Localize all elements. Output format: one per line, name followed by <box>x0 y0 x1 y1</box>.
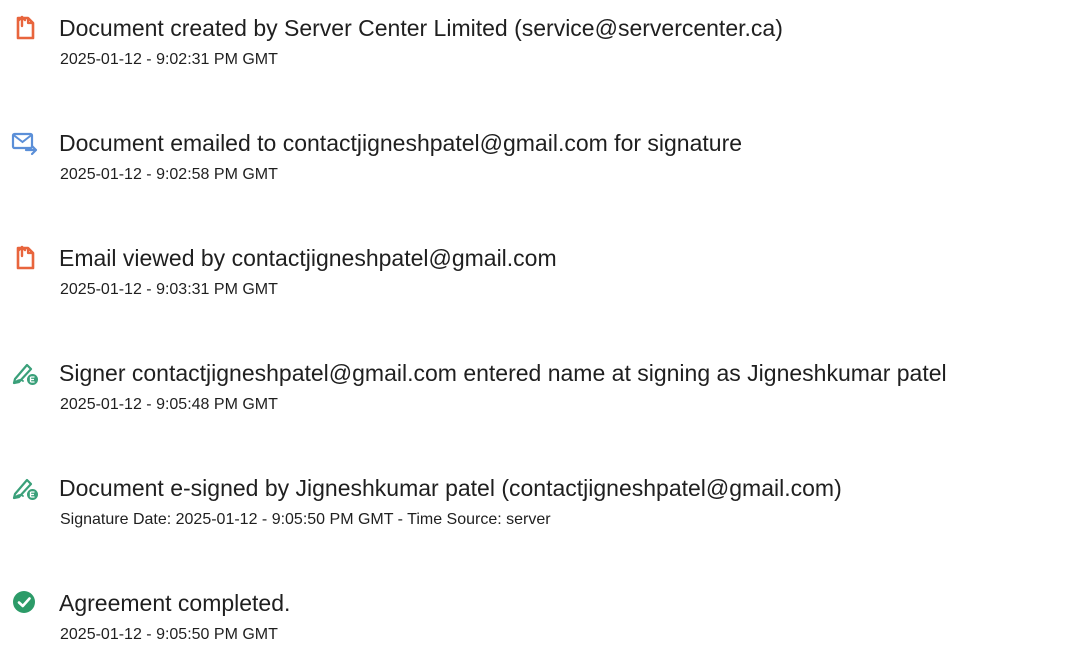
audit-event: Document emailed to contactjigneshpatel@… <box>0 129 1089 209</box>
event-title: Document created by Server Center Limite… <box>59 15 783 41</box>
event-timestamp: 2025-01-12 - 9:05:48 PM GMT <box>60 396 278 413</box>
event-title: Document emailed to contactjigneshpatel@… <box>59 130 743 156</box>
document-icon <box>11 244 39 272</box>
audit-event: Signer contactjigneshpatel@gmail.com ent… <box>0 359 1089 439</box>
document-icon <box>11 14 39 42</box>
audit-event: Document created by Server Center Limite… <box>0 14 1089 94</box>
event-title: Agreement completed. <box>59 590 291 616</box>
event-signature-details: Signature Date: 2025-01-12 - 9:05:50 PM … <box>60 511 551 528</box>
audit-event: Email viewed by contactjigneshpatel@gmai… <box>0 244 1089 324</box>
audit-event: Document e-signed by Jigneshkumar patel … <box>0 474 1089 554</box>
event-title: Document e-signed by Jigneshkumar patel … <box>59 475 842 501</box>
audit-event: Agreement completed. 2025-01-12 - 9:05:5… <box>0 589 1089 669</box>
event-title: Signer contactjigneshpatel@gmail.com ent… <box>59 360 947 386</box>
event-timestamp: 2025-01-12 - 9:02:58 PM GMT <box>60 166 278 183</box>
esign-pen-icon <box>11 359 39 387</box>
event-timestamp: 2025-01-12 - 9:02:31 PM GMT <box>60 51 278 68</box>
check-circle-icon <box>11 589 39 617</box>
event-timestamp: 2025-01-12 - 9:05:50 PM GMT <box>60 626 278 643</box>
event-title: Email viewed by contactjigneshpatel@gmai… <box>59 245 557 271</box>
email-sent-icon <box>11 129 39 157</box>
event-timestamp: 2025-01-12 - 9:03:31 PM GMT <box>60 281 278 298</box>
esign-pen-icon <box>11 474 39 502</box>
